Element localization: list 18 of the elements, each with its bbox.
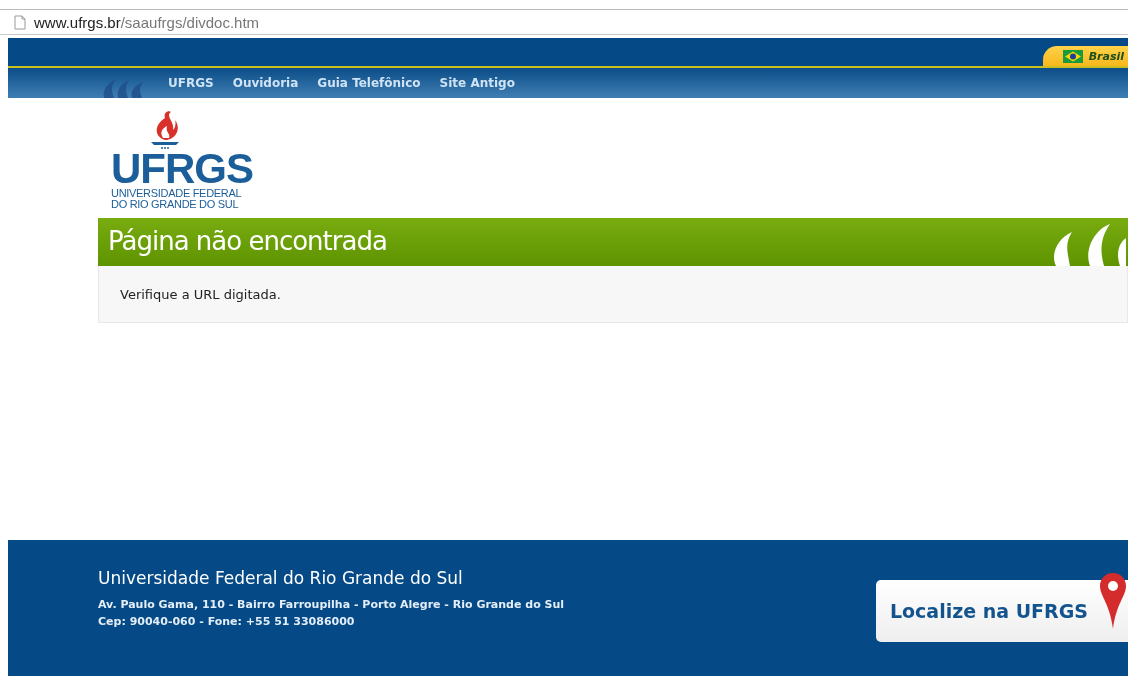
logo-subtitle: UNIVERSIDADE FEDERAL xyxy=(111,188,242,199)
nav-link[interactable]: UFRGS xyxy=(168,76,214,90)
logo-subtitle: DO RIO GRANDE DO SUL xyxy=(111,199,239,210)
logo-acronym: UFRGS xyxy=(111,150,253,188)
address-bar[interactable]: www.ufrgs.br/saaufrgs/divdoc.htm xyxy=(0,9,1128,35)
footer-title: Universidade Federal do Rio Grande do Sul xyxy=(98,568,464,588)
flag-icon xyxy=(1062,49,1083,63)
map-button[interactable]: Localize na UFRGS xyxy=(875,580,1128,642)
nav-link[interactable]: Guia Telefônico xyxy=(317,76,421,90)
page-icon xyxy=(14,14,26,30)
country-tab[interactable]: Brasil xyxy=(1042,46,1128,66)
footer-address: Av. Paulo Gama, 110 - Bairro Farroupilha - Porto Alegre - Rio Grande do Sul xyxy=(98,598,565,611)
footer-contact: Cep: 90040-060 - Fone: +55 51 33086000 xyxy=(98,615,356,628)
nav-link[interactable]: Site Antigo xyxy=(439,76,515,90)
url-text: www.ufrgs.br/saaufrgs/divdoc.htm xyxy=(34,13,260,31)
page-title: Página não encontrada xyxy=(108,226,387,256)
nav-link[interactable]: Ouvidoria xyxy=(232,76,299,90)
error-message: Verifique a URL digitada. xyxy=(120,286,281,302)
